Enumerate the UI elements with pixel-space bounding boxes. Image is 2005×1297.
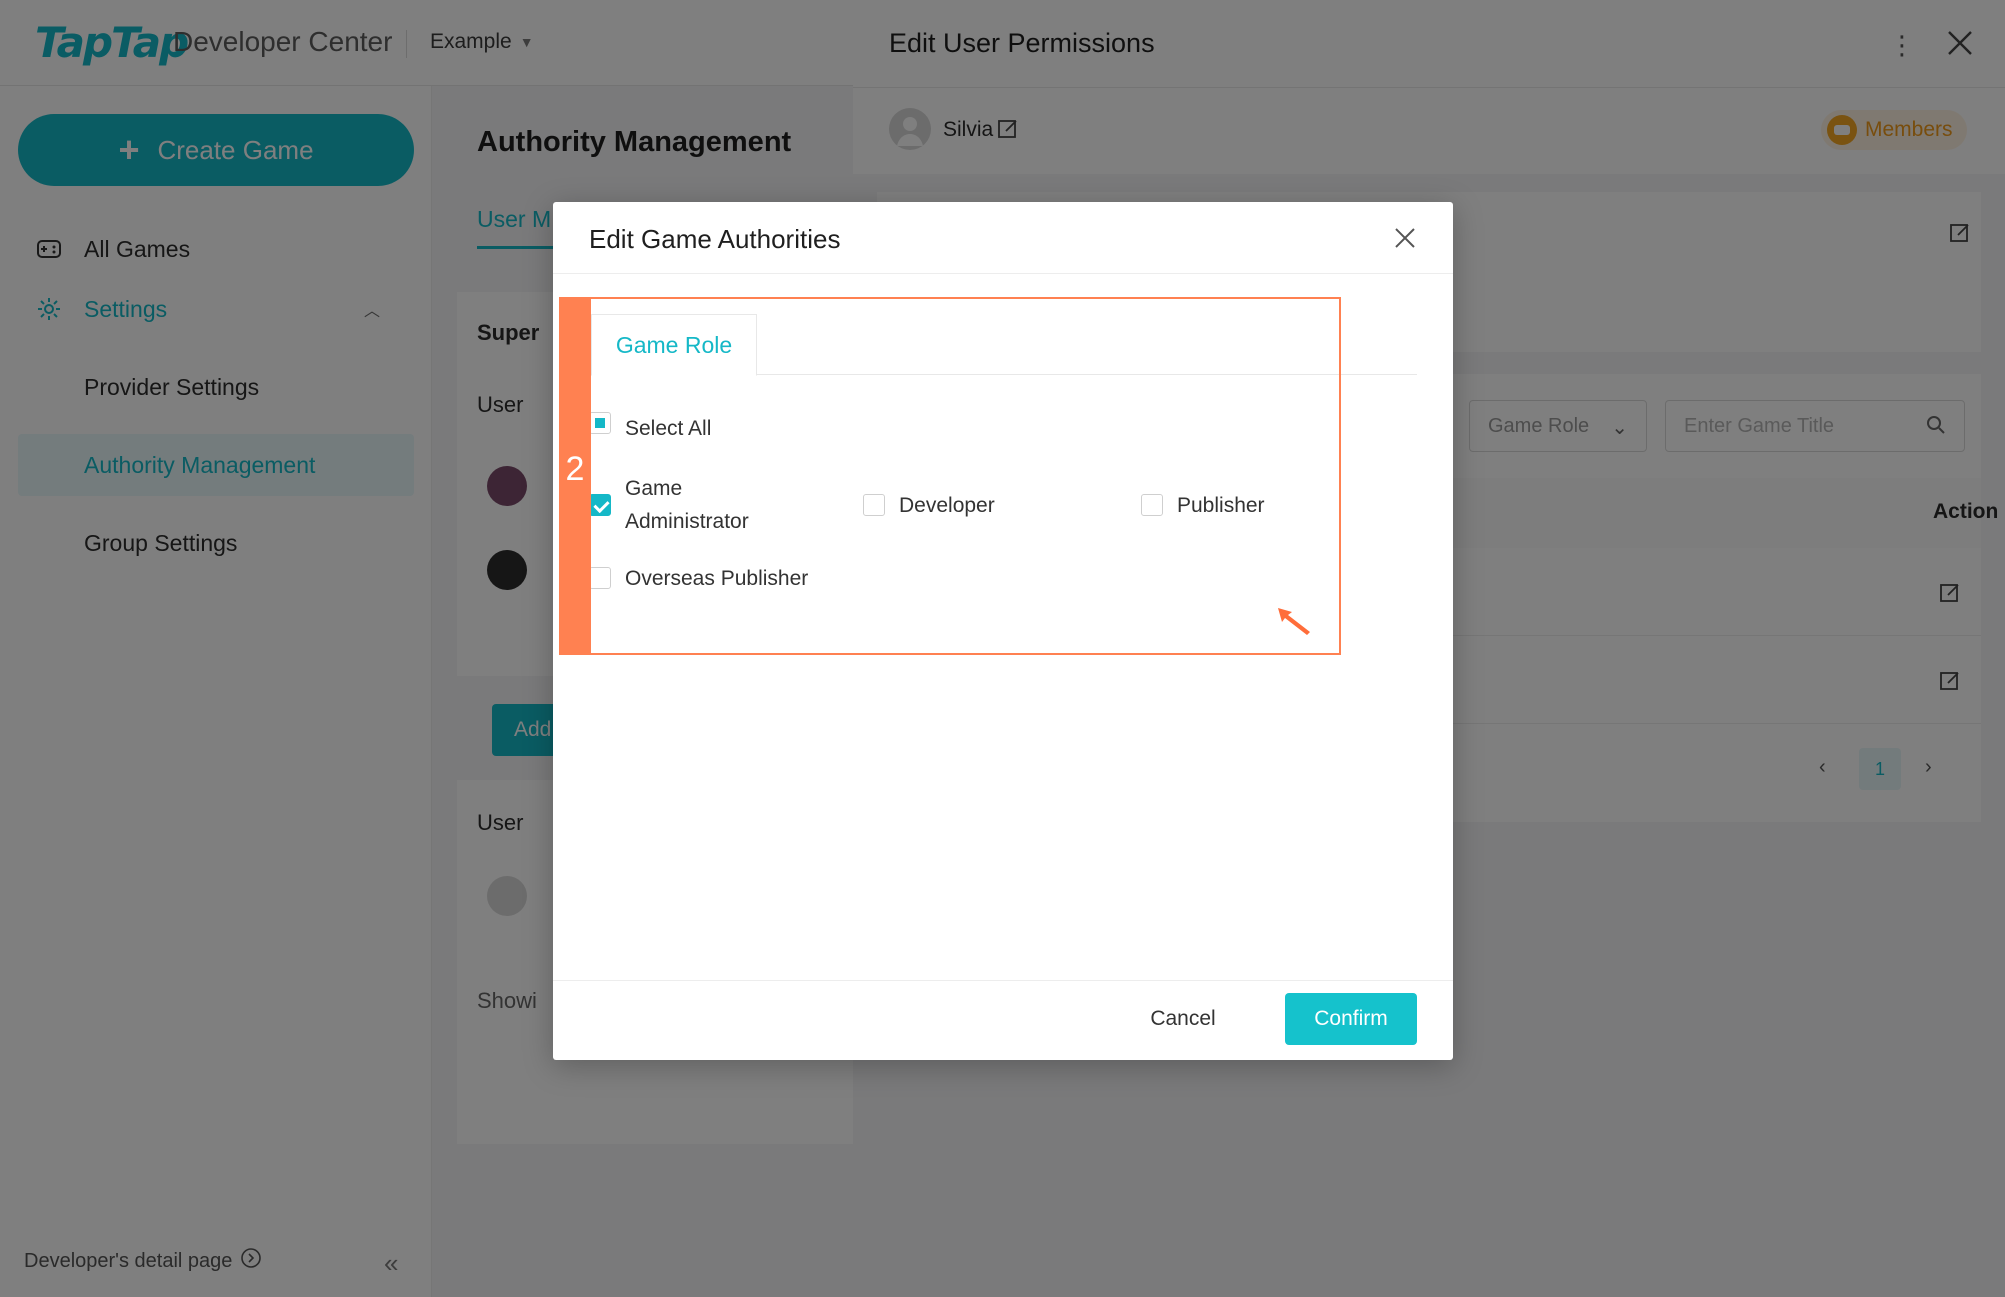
modal-footer: Cancel Confirm — [553, 980, 1453, 1060]
pointer-arrow-icon — [1276, 606, 1314, 641]
modal-header: Edit Game Authorities — [553, 202, 1453, 274]
cancel-button[interactable]: Cancel — [1133, 993, 1233, 1045]
confirm-button[interactable]: Confirm — [1285, 993, 1417, 1045]
close-icon[interactable] — [1391, 224, 1419, 252]
step-highlight-box — [559, 297, 1341, 655]
step-number: 2 — [565, 450, 585, 488]
modal-title: Edit Game Authorities — [589, 224, 841, 254]
